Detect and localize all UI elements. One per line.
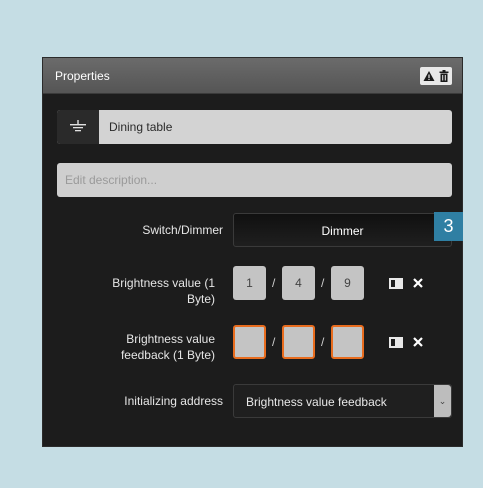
brightness-feedback-label: Brightness value feedback (1 Byte) bbox=[120, 332, 215, 362]
address-separator: / bbox=[272, 335, 276, 349]
description-input[interactable] bbox=[57, 163, 452, 197]
brightness-sub-group[interactable]: 9 bbox=[331, 266, 364, 300]
header-actions bbox=[420, 67, 452, 85]
switch-dimmer-label: Switch/Dimmer bbox=[142, 223, 223, 237]
address-book-icon[interactable] bbox=[387, 334, 405, 350]
switch-dimmer-value: Dimmer bbox=[321, 224, 364, 238]
initializing-address-value: Brightness value feedback bbox=[246, 395, 387, 409]
trash-icon[interactable] bbox=[439, 70, 449, 82]
address-separator: / bbox=[321, 335, 325, 349]
address-book-icon[interactable] bbox=[387, 275, 405, 291]
address-separator: / bbox=[272, 276, 276, 290]
clear-icon[interactable] bbox=[409, 275, 427, 291]
warning-icon[interactable] bbox=[423, 70, 435, 82]
step-badge: 3 bbox=[434, 212, 463, 241]
panel-title: Properties bbox=[55, 69, 110, 83]
brightness-value-label: Brightness value (1 Byte) bbox=[112, 276, 215, 306]
device-name-field[interactable]: Dining table bbox=[57, 110, 452, 144]
switch-dimmer-select[interactable]: Dimmer - bbox=[233, 213, 452, 247]
feedback-main-group[interactable] bbox=[233, 325, 266, 359]
initializing-address-select[interactable]: Brightness value feedback ⌄ bbox=[233, 384, 452, 418]
clear-icon[interactable] bbox=[409, 334, 427, 350]
feedback-sub-group[interactable] bbox=[331, 325, 364, 359]
brightness-middle-group[interactable]: 4 bbox=[282, 266, 315, 300]
panel-header: Properties bbox=[43, 58, 462, 94]
brightness-main-group[interactable]: 1 bbox=[233, 266, 266, 300]
address-separator: / bbox=[321, 276, 325, 290]
outlet-icon[interactable] bbox=[57, 110, 99, 144]
feedback-middle-group[interactable] bbox=[282, 325, 315, 359]
chevron-down-icon[interactable]: ⌄ bbox=[434, 385, 451, 417]
device-name-value[interactable]: Dining table bbox=[109, 120, 172, 134]
initializing-address-label: Initializing address bbox=[124, 394, 223, 408]
properties-panel: Properties Dining table Edit description… bbox=[42, 57, 463, 447]
